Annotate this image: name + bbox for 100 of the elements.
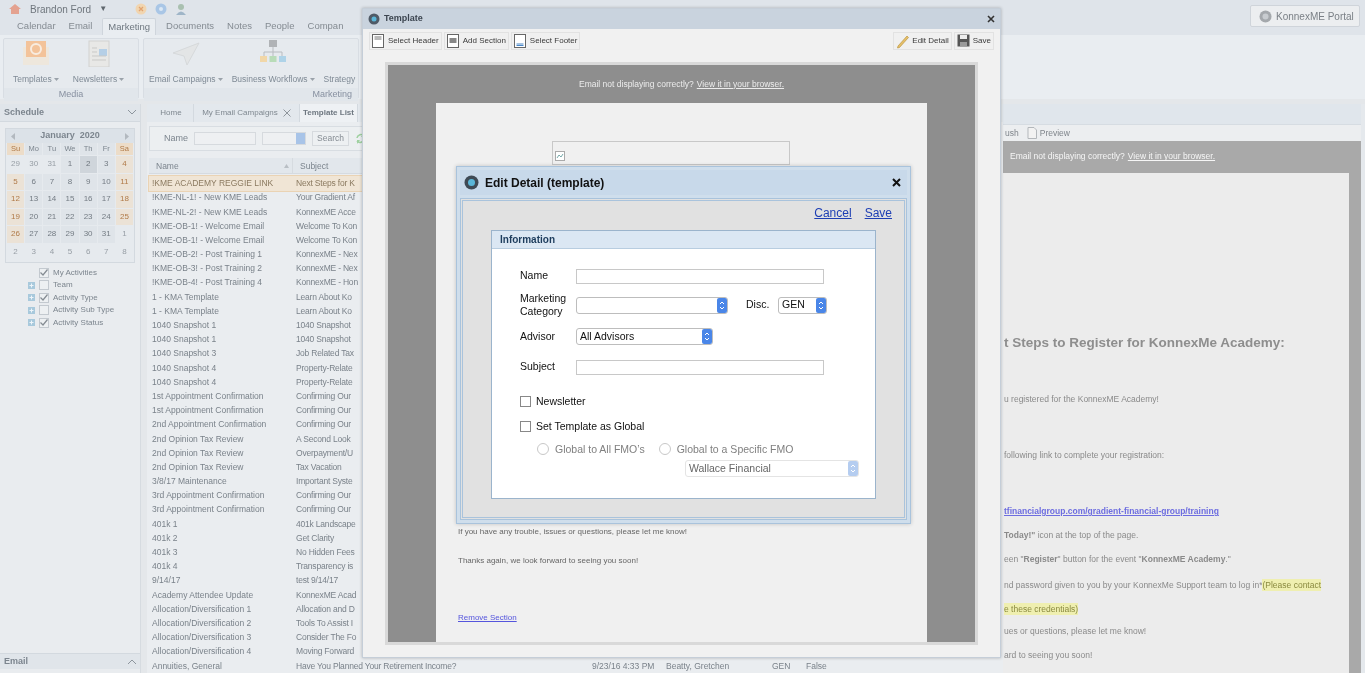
calendar-day[interactable]: 19 [7, 208, 25, 225]
browser-link[interactable]: View it in your browser. [696, 77, 785, 91]
table-row[interactable]: 1040 Snapshot 1 1040 Snapshot [149, 318, 363, 333]
calendar-day[interactable]: 31 [97, 226, 115, 243]
calendar-day[interactable]: 25 [115, 208, 133, 225]
calendar-day[interactable]: 29 [7, 156, 25, 173]
table-row[interactable]: Annuities, General Have You Planned Your Retirement Income? 9/23/16 4:33 PM Beatty, Gretchen GEN False [149, 658, 1001, 673]
toolbar-button[interactable]: Select Footer [510, 32, 581, 50]
nav-tab[interactable]: People [264, 18, 295, 35]
calendar-day[interactable]: 8 [115, 243, 133, 260]
table-row[interactable]: !KME ACADEMY REGGIE LINK Next Steps for K [149, 176, 363, 191]
calendar-day[interactable]: 18 [115, 191, 133, 208]
calendar-day[interactable]: 1 [115, 226, 133, 243]
ribbon-button[interactable]: Email Campaigns [149, 39, 223, 86]
ribbon-button[interactable]: Business Workflows [231, 39, 315, 86]
calendar-day[interactable]: 23 [79, 208, 97, 225]
table-row[interactable]: 3/8/17 Maintenance Important Syste [149, 474, 363, 489]
checkbox[interactable] [520, 421, 531, 433]
calendar-day[interactable]: 31 [43, 156, 61, 173]
nav-tab[interactable]: Email [68, 18, 93, 35]
checkbox[interactable] [39, 305, 49, 315]
calendar-day[interactable]: 7 [43, 173, 61, 190]
calendar-day[interactable]: 13 [25, 191, 43, 208]
table-row[interactable]: 1040 Snapshot 1 1040 Snapshot [149, 332, 363, 347]
table-row[interactable]: !KME-NL-1! - New KME Leads Your Gradient Af [149, 190, 363, 205]
checkbox[interactable] [39, 317, 49, 328]
table-row[interactable]: 3rd Appointment Confirmation Confirming Our [149, 502, 363, 517]
table-row[interactable]: 401k 1 401k Landscape [149, 516, 363, 532]
portal-button[interactable]: KonnexME Portal [1250, 5, 1360, 27]
calendar-day[interactable]: 15 [61, 191, 79, 208]
table-row[interactable]: !KME-OB-3! - Post Training 2 KonnexME - Nex [149, 261, 363, 276]
table-row[interactable]: 1040 Snapshot 4 Property-Relate [149, 360, 363, 376]
calendar-day[interactable]: 6 [25, 173, 43, 190]
toolbar-button[interactable]: ush [1005, 126, 1023, 140]
calendar-day[interactable]: 16 [79, 191, 97, 208]
tab[interactable]: Home [149, 104, 194, 122]
disc-select[interactable]: GEN [778, 296, 827, 314]
checkbox[interactable] [39, 267, 49, 278]
calendar-day[interactable]: 11 [115, 173, 133, 190]
calendar-day[interactable]: 26 [7, 226, 25, 243]
table-row[interactable]: 1st Appointment Confirmation Confirming Our [149, 389, 363, 404]
toolbar-button[interactable]: Add Section [443, 32, 509, 50]
table-row[interactable]: Allocation/Diversification 1 Allocation and D [149, 602, 363, 617]
input-field[interactable] [576, 359, 824, 375]
calendar-day[interactable]: 17 [97, 191, 115, 208]
toolbar-button[interactable]: Edit Detail [893, 32, 952, 50]
calendar-day[interactable]: 4 [115, 156, 133, 173]
calendar-day[interactable]: 30 [79, 226, 97, 243]
checkbox[interactable] [39, 280, 49, 290]
calendar-day[interactable]: 2 [7, 243, 25, 260]
calendar-day[interactable]: 5 [61, 243, 79, 260]
calendar-day[interactable]: 21 [43, 208, 61, 225]
nav-tab[interactable]: Compan [307, 18, 344, 35]
table-row[interactable]: 2nd Opinion Tax Review A Second Look [149, 431, 363, 446]
cancel-link[interactable]: Cancel [814, 204, 852, 222]
calendar-day[interactable]: 5 [7, 173, 25, 190]
table-row[interactable]: 9/14/17 test 9/14/17 [149, 573, 363, 588]
table-row[interactable]: !KME-OB-4! - Post Training 4 KonnexME - Hon [149, 275, 363, 290]
search-button[interactable]: Search [312, 131, 349, 147]
ribbon-button[interactable]: Newsletters [72, 39, 125, 86]
table-row[interactable]: 2nd Opinion Tax Review Overpayment/U [149, 446, 363, 461]
table-row[interactable]: 401k 4 Transparency is [149, 559, 363, 574]
calendar-day[interactable]: 8 [61, 173, 79, 190]
table-row[interactable]: 3rd Appointment Confirmation Confirming Our [149, 488, 363, 503]
calendar-day[interactable]: 3 [25, 243, 43, 260]
registration-link[interactable]: tfinancialgroup.com/gradient-financial-group/training [1004, 505, 1349, 521]
ribbon-button[interactable]: Strategy [323, 73, 356, 86]
name-field[interactable] [194, 132, 256, 146]
table-row[interactable]: Academy Attendee Update KonnexME Acad [149, 587, 363, 603]
table-row[interactable]: 1040 Snapshot 4 Property-Relate [149, 375, 363, 390]
ribbon-button[interactable]: Templates [13, 39, 59, 86]
checkbox[interactable] [520, 396, 531, 408]
calendar-day[interactable]: 9 [79, 173, 97, 190]
calendar-day[interactable]: 24 [97, 208, 115, 225]
table-row[interactable]: 2nd Appointment Confirmation Confirming Our [149, 417, 363, 432]
table-row[interactable]: Allocation/Diversification 3 Consider The Fo [149, 630, 363, 645]
calendar-day[interactable]: 2 [79, 156, 97, 173]
user-name[interactable]: Brandon Ford [30, 1, 92, 17]
save-link[interactable]: Save [864, 204, 892, 222]
table-row[interactable]: 2nd Opinion Tax Review Tax Vacation [149, 460, 363, 475]
tab[interactable]: Template List [300, 104, 358, 122]
calendar-day[interactable]: 22 [61, 208, 79, 225]
advisor-select[interactable]: All Advisors [576, 328, 713, 345]
table-row[interactable]: !KME-OB-2! - Post Training 1 KonnexME - Nex [149, 247, 363, 262]
table-row[interactable]: 1 - KMA Template Learn About Ko [149, 289, 363, 305]
table-row[interactable]: !KME-NL-2! - New KME Leads KonnexME Acce [149, 204, 363, 219]
table-row[interactable]: !KME-OB-1! - Welcome Email Welcome To Kon [149, 233, 363, 248]
calendar-day[interactable]: 29 [61, 226, 79, 243]
nav-tab[interactable]: Documents [166, 18, 215, 35]
calendar-day[interactable]: 3 [97, 156, 115, 173]
calendar-day[interactable]: 7 [97, 243, 115, 260]
table-row[interactable]: Allocation/Diversification 4 Moving Forward [149, 644, 363, 659]
calendar-day[interactable]: 28 [43, 226, 61, 243]
calendar-day[interactable]: 14 [43, 191, 61, 208]
table-row[interactable]: 1040 Snapshot 3 Job Related Tax [149, 346, 363, 361]
column-header[interactable]: Subject [293, 158, 363, 174]
nav-tab[interactable]: Marketing [102, 18, 157, 35]
calendar-day[interactable]: 12 [7, 191, 25, 208]
remove-section-link[interactable]: Remove Section [458, 613, 517, 622]
checkbox[interactable] [39, 292, 49, 303]
